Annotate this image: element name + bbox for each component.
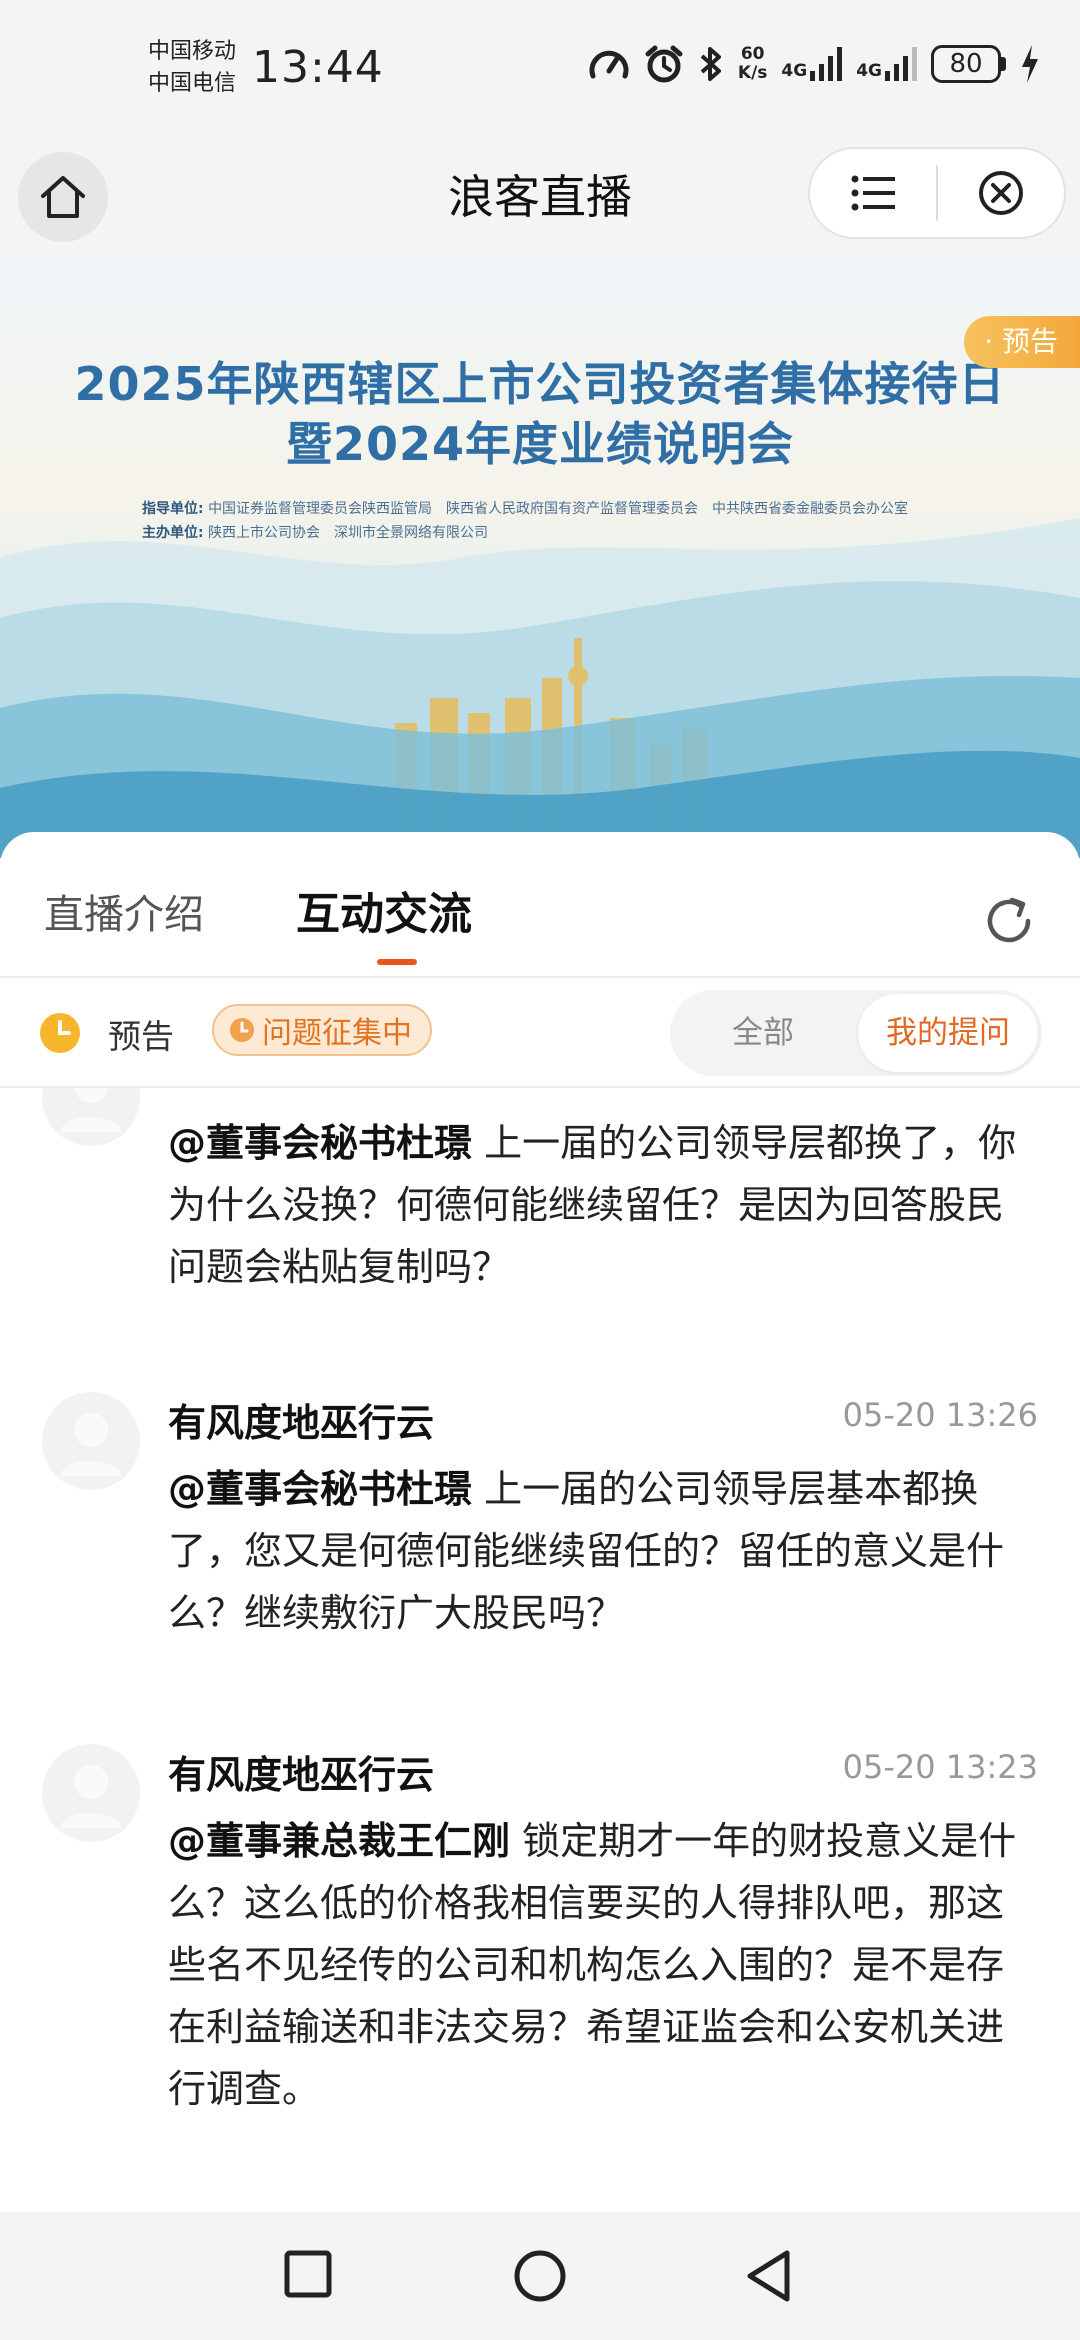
title-bar: 浪客直播 [0,135,1080,258]
question-filter-toggle: 全部 我的提问 [670,990,1042,1076]
filter-my-questions-button[interactable]: 我的提问 [858,994,1038,1072]
banner-host-orgs: 主办单位: 陕西上市公司协会 深圳市全景网络有限公司 [142,522,488,542]
live-banner[interactable]: 2025年陕西辖区上市公司投资者集体接待日 暨2024年度业绩说明会 指导单位:… [0,258,1080,858]
collecting-badge: 问题征集中 [212,1004,432,1056]
banner-guide-orgs: 指导单位: 中国证券监督管理委员会陕西监管局 陕西省人民政府国有资产监督管理委员… [142,498,908,518]
signal-2-label: 4G [856,61,882,81]
guide-orgs-text: 中国证券监督管理委员会陕西监管局 陕西省人民政府国有资产监督管理委员会 中共陕西… [208,501,909,517]
avatar[interactable] [42,1744,140,1842]
battery-tip [1001,57,1006,71]
filter-bar: 预告 问题征集中 全部 我的提问 [0,978,1080,1086]
comment-mention[interactable]: @董事会秘书杜璟 [168,1467,472,1511]
signal-bars-icon [885,47,917,81]
square-icon [284,2250,332,2298]
comment-username[interactable]: 有风度地巫行云 [168,1744,434,1799]
carrier-2: 中国电信 [148,71,237,96]
comment-mention[interactable]: @董事兼总裁王仁刚 [168,1819,510,1863]
user-avatar-icon [60,1413,122,1476]
status-bar: 中国移动 中国电信 13:44 60 K/s 4G 4G 80 [0,0,1080,135]
battery-indicator: 80 [931,45,1006,83]
comment-timestamp: 05-20 13:26 [842,1396,1038,1434]
signal-2: 4G [856,47,917,81]
banner-title-line1: 2025年陕西辖区上市公司投资者集体接待日 [74,357,1006,411]
comment-username[interactable]: 有风度地巫行云 [168,1392,434,1447]
comment-list[interactable]: @董事会秘书杜璟 上一届的公司领导层都换了，你为什么没换？何德何能继续留任？是因… [0,1088,1080,2212]
tab-interaction[interactable]: 互动交流 [296,878,472,942]
miniapp-capsule [808,147,1066,239]
user-avatar-icon [60,1088,122,1132]
banner-title-line2: 暨2024年度业绩说明会 [285,417,795,471]
host-orgs-text: 陕西上市公司协会 深圳市全景网络有限公司 [208,525,489,541]
comment-text: @董事会秘书杜璟 上一届的公司领导层都换了，你为什么没换？何德何能继续留任？是因… [168,1112,1028,1298]
close-circle-icon [979,171,1023,215]
signal-bars-icon [810,47,843,81]
home-nav-button[interactable] [512,2248,568,2308]
recent-apps-button[interactable] [284,2248,332,2304]
menu-button[interactable] [810,149,936,237]
circle-icon [514,2250,566,2302]
guide-orgs-label: 指导单位: [142,501,204,517]
collecting-badge-label: 问题征集中 [262,1016,412,1051]
user-avatar-icon [60,1765,122,1828]
live-status: 预告 [108,1017,174,1056]
signal-1: 4G [781,47,843,81]
clock-time: 13:44 [252,42,384,93]
net-speed-unit: K/s [737,63,768,83]
avatar[interactable] [42,1392,140,1490]
back-triangle-icon [747,2250,790,2302]
clock-icon [40,1013,80,1053]
comment-timestamp: 05-20 13:23 [842,1748,1038,1786]
active-tab-indicator [377,959,417,965]
status-icons: 60 K/s 4G 4G 80 [588,44,1040,84]
bluetooth-icon [700,47,721,81]
refresh-button[interactable] [982,894,1036,952]
filter-all-button[interactable]: 全部 [670,990,856,1076]
battery-level: 80 [931,45,1001,83]
avatar[interactable] [42,1088,140,1146]
refresh-icon [987,897,1031,943]
speedometer-icon [589,50,629,79]
carrier-1: 中国移动 [148,39,237,64]
comment-text: @董事会秘书杜璟 上一届的公司领导层基本都换了，您又是何德何能继续留任的？留任的… [168,1458,1028,1644]
comment-text: @董事兼总裁王仁刚 锁定期才一年的财投意义是什么？这么低的价格我相信要买的人得排… [168,1810,1028,2120]
net-speed-value: 60 [740,44,765,64]
tab-live-intro[interactable]: 直播介绍 [44,882,204,940]
preview-tag: · 预告 [964,316,1080,368]
network-speed: 60 K/s [738,45,768,83]
signal-1-label: 4G [781,61,808,81]
carrier-info: 中国移动 中国电信 [148,36,236,100]
system-nav-bar [0,2212,1080,2340]
timer-icon [230,1018,254,1042]
comment-mention[interactable]: @董事会秘书杜璟 [168,1121,472,1165]
charging-icon [1022,45,1038,83]
host-orgs-label: 主办单位: [142,525,204,541]
list-icon [851,175,895,211]
alarm-icon [645,45,683,83]
back-button[interactable] [744,2248,794,2308]
close-button[interactable] [938,149,1064,237]
